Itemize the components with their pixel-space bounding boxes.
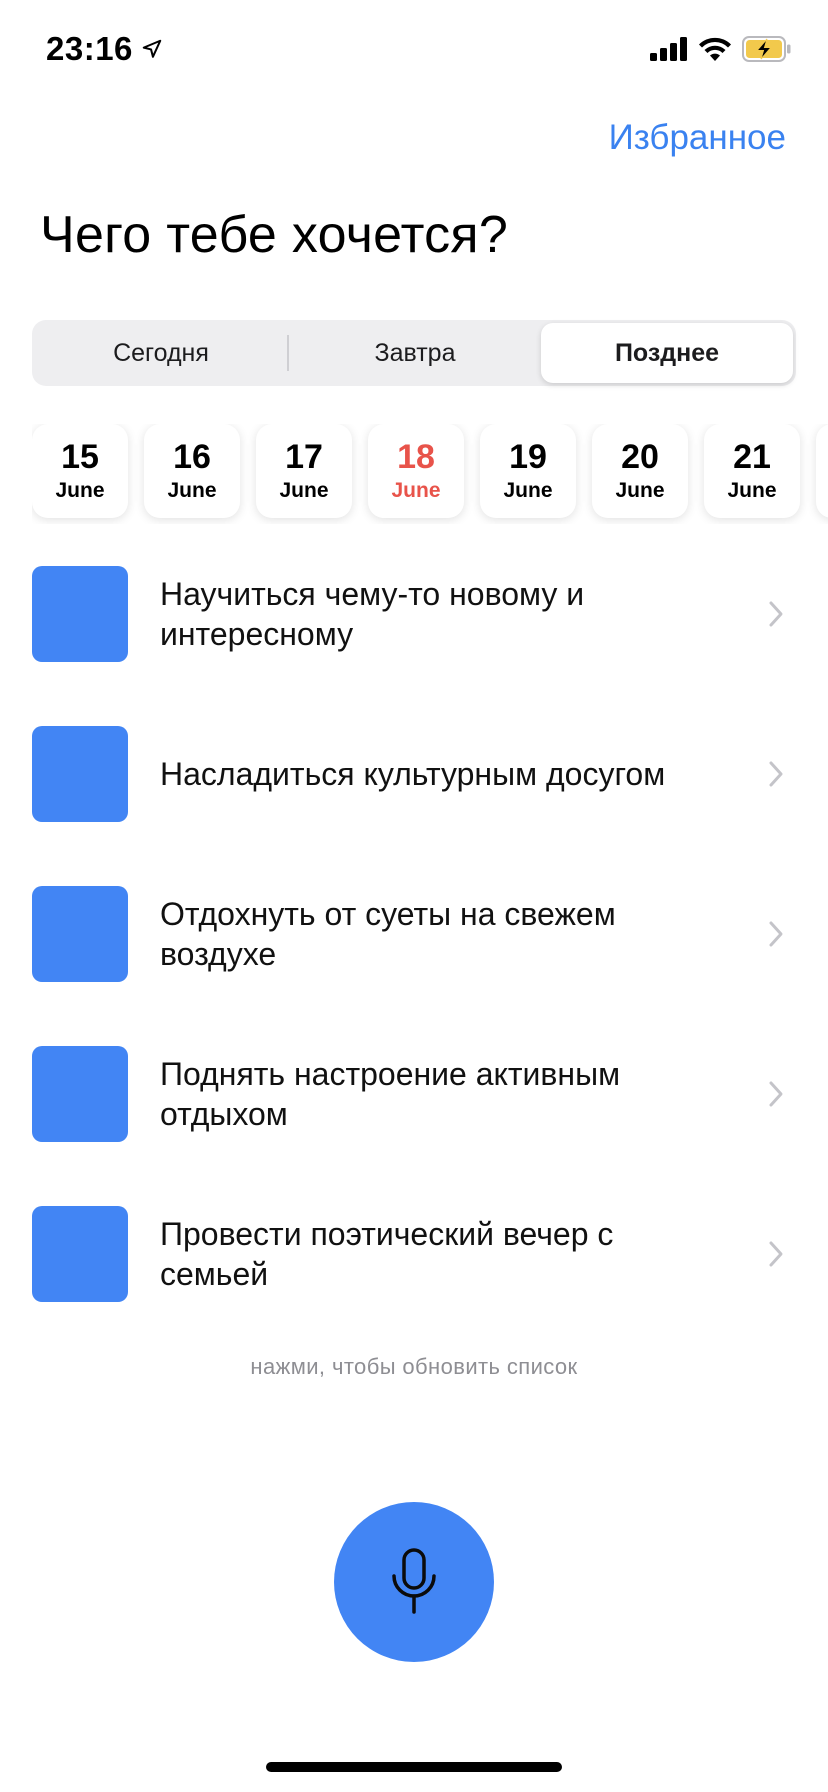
activity-thumbnail bbox=[32, 1046, 128, 1142]
activity-thumbnail bbox=[32, 886, 128, 982]
date-day: 15 bbox=[61, 438, 99, 476]
date-card[interactable]: 21 June bbox=[704, 424, 800, 518]
date-picker-strip[interactable]: 15 June 16 June 17 June 18 June 19 June … bbox=[32, 424, 828, 524]
status-bar: 23:16 bbox=[0, 0, 828, 100]
activity-label: Провести поэтический вечер с семьей bbox=[160, 1216, 614, 1292]
list-item[interactable]: Провести поэтический вечер с семьей bbox=[0, 1206, 828, 1366]
date-day: 18 bbox=[397, 438, 435, 476]
favorites-link[interactable]: Избранное bbox=[609, 118, 786, 158]
date-day: 19 bbox=[509, 438, 547, 476]
date-month: June bbox=[503, 479, 553, 502]
date-card-selected[interactable]: 18 June bbox=[368, 424, 464, 518]
activity-thumbnail bbox=[32, 1206, 128, 1302]
date-card[interactable]: 19 June bbox=[480, 424, 576, 518]
date-card-partial[interactable] bbox=[816, 424, 828, 518]
date-card[interactable]: 16 June bbox=[144, 424, 240, 518]
date-card[interactable]: 17 June bbox=[256, 424, 352, 518]
wifi-icon bbox=[699, 37, 731, 61]
date-month: June bbox=[167, 479, 217, 502]
date-month: June bbox=[55, 479, 105, 502]
date-card[interactable]: 20 June bbox=[592, 424, 688, 518]
list-item[interactable]: Научиться чему-то новому и интересному bbox=[0, 566, 828, 726]
activity-thumbnail bbox=[32, 566, 128, 662]
date-day: 17 bbox=[285, 438, 323, 476]
date-day: 21 bbox=[733, 438, 771, 476]
date-card[interactable]: 15 June bbox=[32, 424, 128, 518]
date-month: June bbox=[615, 479, 665, 502]
status-time: 23:16 bbox=[46, 30, 163, 68]
list-item[interactable]: Отдохнуть от суеты на свежем воздухе bbox=[0, 886, 828, 1046]
date-month: June bbox=[279, 479, 329, 502]
chevron-right-icon bbox=[769, 1241, 783, 1267]
segment-today[interactable]: Сегодня bbox=[35, 323, 287, 383]
chevron-right-icon bbox=[769, 1081, 783, 1107]
activity-label: Научиться чему-то новому и интересному bbox=[160, 576, 585, 652]
chevron-right-icon bbox=[769, 921, 783, 947]
date-day: 20 bbox=[621, 438, 659, 476]
status-icons bbox=[650, 36, 792, 62]
day-segmented-control: Сегодня Завтра Позднее bbox=[32, 320, 796, 386]
segment-later[interactable]: Позднее bbox=[541, 323, 793, 383]
date-day: 16 bbox=[173, 438, 211, 476]
activity-list: Научиться чему-то новому и интересному Н… bbox=[0, 566, 828, 1366]
date-month: June bbox=[727, 479, 777, 502]
microphone-icon bbox=[392, 1548, 436, 1614]
list-item[interactable]: Поднять настроение активным отдыхом bbox=[0, 1046, 828, 1206]
activity-label: Насладиться культурным досугом bbox=[160, 756, 666, 792]
refresh-hint[interactable]: нажми, чтобы обновить список bbox=[0, 1354, 828, 1380]
page-title: Чего тебе хочется? bbox=[40, 206, 509, 264]
battery-charging-icon bbox=[742, 36, 791, 62]
location-arrow-icon bbox=[142, 39, 162, 58]
segment-tomorrow[interactable]: Завтра bbox=[289, 323, 541, 383]
list-item[interactable]: Насладиться культурным досугом bbox=[0, 726, 828, 886]
date-month: June bbox=[391, 479, 441, 502]
home-indicator[interactable] bbox=[266, 1762, 562, 1772]
microphone-button[interactable] bbox=[334, 1502, 494, 1662]
activity-label: Отдохнуть от суеты на свежем воздухе bbox=[160, 896, 616, 972]
activity-label: Поднять настроение активным отдыхом bbox=[160, 1056, 621, 1132]
cellular-signal-icon bbox=[650, 37, 687, 61]
status-time-text: 23:16 bbox=[46, 30, 133, 67]
chevron-right-icon bbox=[769, 761, 783, 787]
chevron-right-icon bbox=[769, 601, 783, 627]
activity-thumbnail bbox=[32, 726, 128, 822]
